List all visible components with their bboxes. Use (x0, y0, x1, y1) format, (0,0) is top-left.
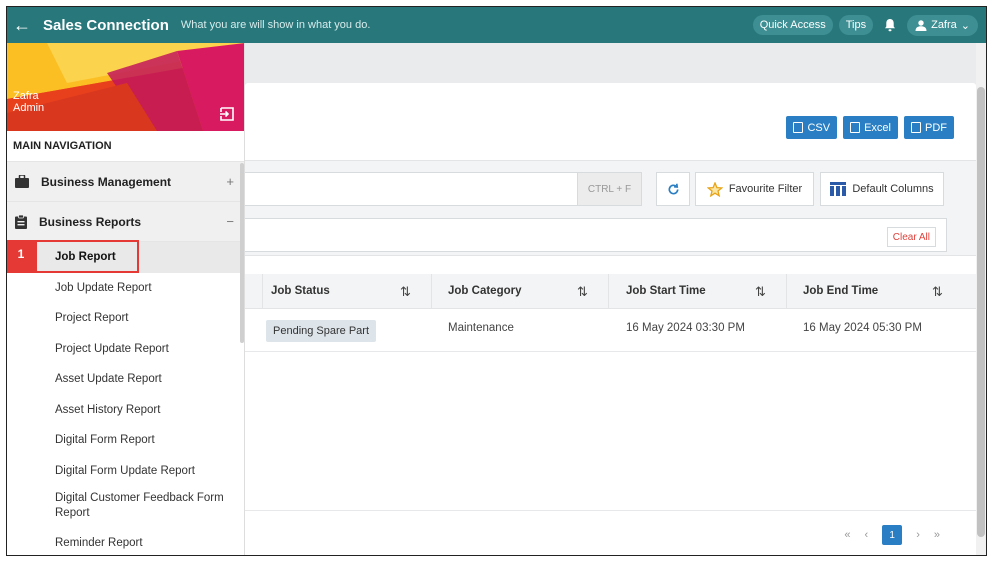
sidebar-item-project-update-report[interactable]: Project Update Report (7, 334, 244, 365)
page-1-button[interactable]: 1 (882, 525, 903, 545)
search-shortcut-hint: CTRL + F (577, 172, 642, 206)
main-navigation-title: MAIN NAVIGATION (7, 131, 244, 162)
sidebar-item-project-report[interactable]: Project Report (7, 303, 244, 334)
profile-banner: Zafra Admin (7, 43, 244, 131)
column-separator (608, 274, 609, 309)
excel-file-icon (850, 122, 861, 133)
column-job-status[interactable]: Job Status (271, 274, 330, 309)
column-separator (786, 274, 787, 309)
sidebar-item-job-report[interactable]: 1 Job Report (7, 240, 244, 273)
next-page-button[interactable]: › (916, 529, 920, 541)
sort-job-status-icon[interactable]: ⇅ (400, 274, 411, 309)
top-bar: ← Sales Connection What you are will sho… (7, 7, 986, 43)
expand-icon: + (226, 174, 234, 189)
nav-group-label: Business Reports (39, 214, 142, 229)
clear-all-button[interactable]: Clear All (886, 227, 936, 247)
columns-icon (830, 182, 847, 196)
logout-icon[interactable] (220, 107, 234, 121)
quick-access-button[interactable]: Quick Access (752, 15, 833, 35)
pagination-bar: « ‹ 1 › » (245, 510, 976, 555)
app-window: CSV Excel PDF CTRL + F Favourite Filter … (6, 6, 987, 556)
chevron-down-icon: ⌄ (960, 19, 970, 32)
column-separator (262, 274, 263, 309)
user-name: Zafra (931, 19, 957, 31)
refresh-button[interactable] (656, 172, 690, 206)
csv-label: CSV (807, 121, 831, 134)
job-start-time-cell: 16 May 2024 03:30 PM (626, 322, 745, 334)
sidebar-item-asset-history-report[interactable]: Asset History Report (7, 395, 244, 426)
page-scrollbar-thumb[interactable] (977, 87, 985, 537)
export-buttons: CSV Excel PDF (786, 116, 954, 139)
profile-name: Zafra (13, 90, 39, 102)
nav-group-business-management[interactable]: Business Management + (7, 162, 244, 202)
filter-panel: CTRL + F Favourite Filter Default Column… (245, 160, 976, 256)
sort-job-category-icon[interactable]: ⇅ (577, 274, 588, 309)
default-columns-label: Default Columns (852, 183, 934, 195)
star-icon (706, 181, 723, 197)
refresh-icon (668, 183, 679, 194)
table-row[interactable]: Pending Spare Part Maintenance 16 May 20… (245, 310, 976, 352)
column-separator (431, 274, 432, 309)
page-scrollbar[interactable] (976, 43, 986, 555)
column-job-start-time[interactable]: Job Start Time (626, 274, 706, 309)
profile-banner-graphic (7, 43, 244, 131)
first-page-button[interactable]: « (844, 529, 850, 541)
job-end-time-cell: 16 May 2024 05:30 PM (803, 322, 922, 334)
tips-button[interactable]: Tips (838, 15, 874, 35)
clipboard-icon (15, 214, 27, 229)
app-title: Sales Connection (43, 16, 169, 34)
nav-group-label: Business Management (41, 174, 172, 189)
highlight-box (35, 240, 139, 273)
profile-role: Admin (13, 102, 45, 114)
csv-export-button[interactable]: CSV (786, 116, 838, 139)
sidebar-item-asset-update-report[interactable]: Asset Update Report (7, 364, 244, 395)
sidebar-scrollbar[interactable] (240, 163, 244, 343)
nav-group-business-reports[interactable]: Business Reports − (7, 202, 244, 242)
column-job-end-time[interactable]: Job End Time (803, 274, 878, 309)
sidebar-item-job-update-report[interactable]: Job Update Report (7, 273, 244, 304)
user-menu-button[interactable]: Zafra ⌄ (907, 14, 978, 36)
briefcase-icon (15, 175, 29, 188)
sort-job-end-time-icon[interactable]: ⇅ (932, 274, 943, 309)
pdf-label: PDF (925, 121, 947, 134)
sidebar-item-digital-customer-feedback-form-report[interactable]: Digital Customer Feedback Form Report (7, 486, 244, 528)
excel-label: Excel (864, 121, 891, 134)
report-content-card: CSV Excel PDF CTRL + F Favourite Filter … (245, 83, 976, 555)
back-arrow-icon[interactable]: ← (7, 7, 37, 43)
notification-bell-icon[interactable] (879, 14, 901, 36)
pdf-file-icon (911, 122, 921, 133)
table-header: Job Status ⇅ Job Category ⇅ Job Start Ti… (245, 274, 976, 309)
pagination: « ‹ 1 › » (844, 525, 940, 545)
job-status-badge: Pending Spare Part (266, 320, 377, 342)
csv-file-icon (793, 122, 804, 133)
applied-filters-box: Clear All (245, 218, 947, 252)
collapse-icon: − (226, 214, 234, 229)
sidebar-item-digital-form-report[interactable]: Digital Form Report (7, 425, 244, 456)
favourite-filter-label: Favourite Filter (728, 183, 803, 195)
job-category-cell: Maintenance (448, 322, 514, 334)
sidebar-item-digital-form-update-report[interactable]: Digital Form Update Report (7, 456, 244, 487)
profile-info: Zafra Admin (13, 90, 44, 114)
step-number-badge: 1 (7, 240, 35, 273)
excel-export-button[interactable]: Excel (843, 116, 898, 139)
column-job-category[interactable]: Job Category (448, 274, 522, 309)
topbar-actions: Quick Access Tips Zafra ⌄ (752, 14, 978, 36)
sidebar-item-reminder-report[interactable]: Reminder Report (7, 528, 244, 555)
sort-job-start-time-icon[interactable]: ⇅ (755, 274, 766, 309)
pdf-export-button[interactable]: PDF (904, 116, 954, 139)
app-tagline: What you are will show in what you do. (180, 19, 371, 31)
last-page-button[interactable]: » (934, 529, 940, 541)
user-icon (915, 19, 927, 31)
sidebar: Zafra Admin MAIN NAVIGATION Business Man… (7, 43, 245, 555)
default-columns-button[interactable]: Default Columns (820, 172, 944, 206)
favourite-filter-button[interactable]: Favourite Filter (695, 172, 814, 206)
prev-page-button[interactable]: ‹ (865, 529, 869, 541)
